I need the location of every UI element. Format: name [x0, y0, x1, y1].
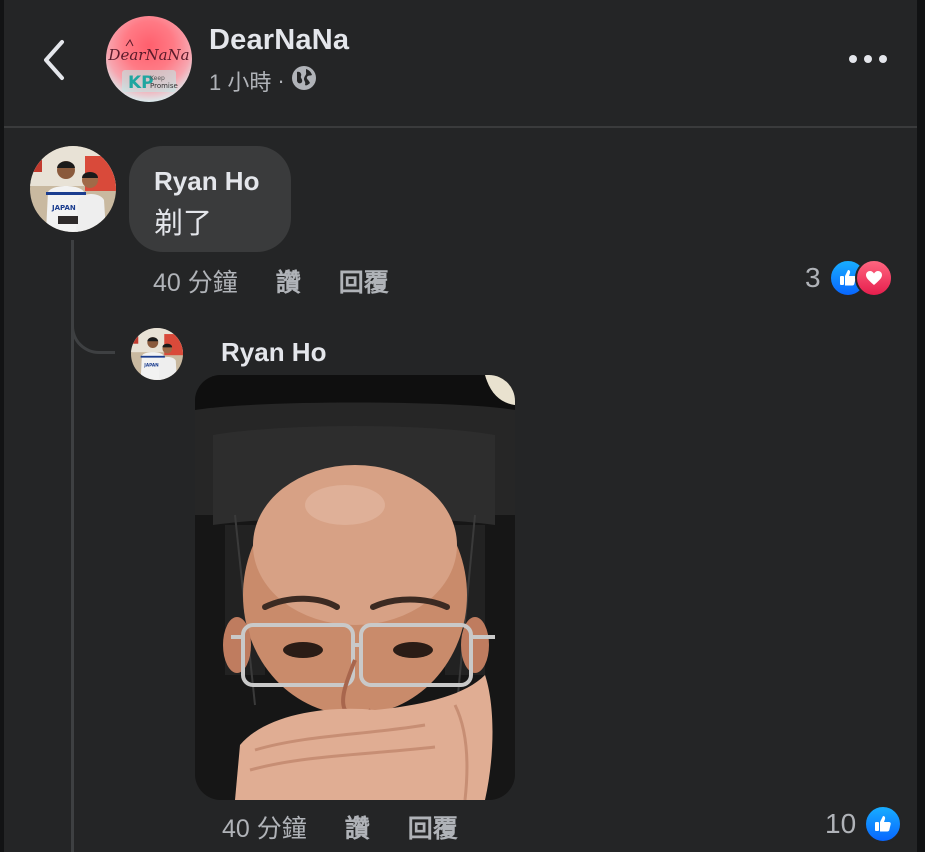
back-arrow-icon [44, 40, 64, 80]
more-options-button[interactable] [840, 42, 896, 76]
page-avatar[interactable]: DearNaNa KP Keep Promise [106, 16, 192, 102]
post-time[interactable]: 1 小時 [209, 65, 271, 97]
reply-reactions[interactable]: 10 [825, 805, 903, 843]
reply-author-avatar[interactable]: JAPAN [131, 328, 183, 380]
like-reaction-icon [864, 805, 903, 843]
reply-reply-button[interactable]: 回覆 [408, 809, 458, 845]
svg-text:Keep: Keep [150, 75, 165, 82]
globe-icon [291, 65, 317, 97]
svg-text:JAPAN: JAPAN [51, 204, 76, 212]
thread-connector [71, 300, 115, 354]
more-dots-icon [864, 55, 872, 63]
comment-reactions[interactable]: 3 [805, 259, 893, 297]
page-name[interactable]: DearNaNa [209, 24, 349, 57]
post-comments-screen: DearNaNa KP Keep Promise DearNaNa 1 小時 · [0, 0, 925, 852]
reply-actions: 40 分鐘 讚 回覆 [222, 810, 496, 844]
comment-reaction-count: 3 [805, 262, 821, 293]
reply-photo[interactable] [195, 375, 515, 800]
dearnana-logo: DearNaNa KP Keep Promise [107, 39, 190, 93]
comment-actions: 40 分鐘 讚 回覆 [153, 264, 427, 298]
meta-separator: · [277, 68, 285, 93]
svg-text:JAPAN: JAPAN [143, 363, 159, 368]
commenter-avatar[interactable]: JAPAN [30, 146, 116, 232]
header-divider [4, 126, 917, 128]
post-meta: 1 小時 · [209, 66, 317, 96]
more-dots-icon [879, 55, 887, 63]
comment-bubble[interactable]: Ryan Ho 剃了 [129, 146, 291, 252]
more-dots-icon [849, 55, 857, 63]
comment-like-button[interactable]: 讚 [276, 263, 301, 299]
back-button[interactable] [36, 36, 76, 84]
reply-reaction-count: 10 [825, 808, 857, 839]
comment-author[interactable]: Ryan Ho [154, 166, 259, 197]
window-edge-right [917, 0, 925, 852]
svg-text:DearNaNa: DearNaNa [107, 46, 189, 64]
comment-reply-button[interactable]: 回覆 [339, 263, 389, 299]
comment-time[interactable]: 40 分鐘 [153, 263, 238, 299]
reply-author[interactable]: Ryan Ho [221, 337, 326, 368]
love-reaction-icon [854, 259, 893, 297]
svg-text:Promise: Promise [150, 82, 178, 90]
reply-time[interactable]: 40 分鐘 [222, 809, 307, 845]
reply-like-button[interactable]: 讚 [345, 809, 370, 845]
comment-text: 剃了 [154, 208, 213, 240]
selfie-image [195, 375, 515, 800]
